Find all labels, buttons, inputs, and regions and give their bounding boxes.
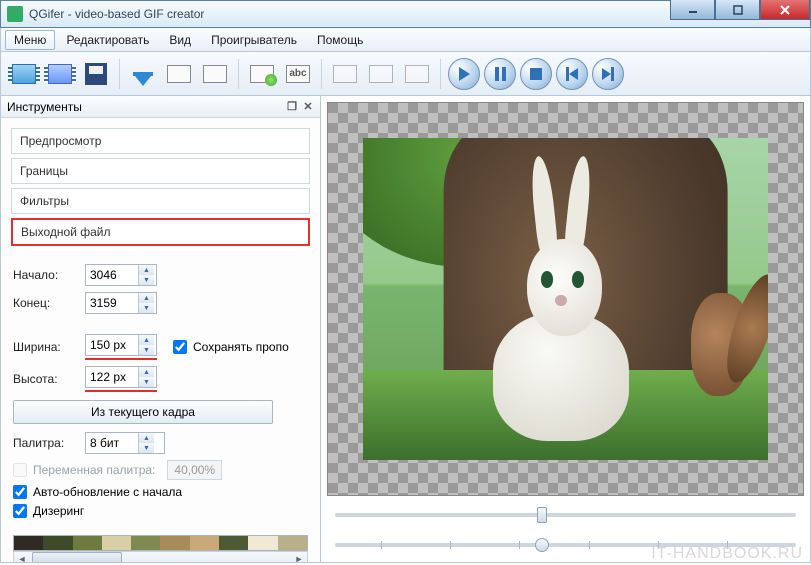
menu-edit[interactable]: Редактировать	[57, 30, 158, 50]
menu-view[interactable]: Вид	[160, 30, 200, 50]
palette-label: Палитра:	[13, 436, 75, 450]
abc-frame-button[interactable]: abc	[281, 57, 315, 91]
panel-title: Инструменты	[7, 100, 82, 114]
reel-button[interactable]	[43, 57, 77, 91]
scroll-right-icon[interactable]: ►	[291, 554, 307, 562]
dithering-checkbox[interactable]: Дизеринг	[13, 504, 308, 518]
window-title: QGifer - video-based GIF creator	[29, 7, 670, 21]
skip-back-icon	[556, 58, 588, 90]
panel-close-icon[interactable]: ✕	[302, 101, 314, 113]
position-slider[interactable]	[327, 504, 804, 526]
app-icon	[7, 6, 23, 22]
start-spinner[interactable]: ▲▼	[85, 264, 157, 286]
workarea: Инструменты ❐ ✕ Предпросмотр Границы Фил…	[0, 96, 811, 563]
window-controls	[670, 1, 810, 27]
import-frame-button[interactable]	[126, 57, 160, 91]
toolbar: abc	[0, 52, 811, 96]
save-button[interactable]	[79, 57, 113, 91]
skip-back-button[interactable]	[555, 57, 589, 91]
frame-prev-icon	[167, 65, 191, 83]
edit-button[interactable]	[328, 57, 362, 91]
preview-pane	[321, 96, 810, 562]
clip-icon	[405, 65, 429, 83]
from-current-frame-button[interactable]: Из текущего кадра	[13, 400, 273, 424]
width-input[interactable]	[86, 338, 138, 352]
abc-icon: abc	[286, 65, 310, 83]
start-input[interactable]	[86, 268, 138, 282]
pause-icon	[484, 58, 516, 90]
pause-button[interactable]	[483, 57, 517, 91]
film-icon	[12, 64, 36, 84]
palette-input[interactable]	[86, 436, 138, 450]
end-input[interactable]	[86, 296, 138, 310]
add-frame-button[interactable]	[245, 57, 279, 91]
maximize-button[interactable]	[715, 0, 760, 20]
section-output[interactable]: Выходной файл	[11, 218, 310, 246]
close-button[interactable]	[760, 0, 810, 20]
play-icon	[448, 58, 480, 90]
next-frame-button[interactable]	[198, 57, 232, 91]
crop-icon	[369, 65, 393, 83]
output-form: Начало: ▲▼ Конец: ▲▼ Ширина: ▲▼ Сохранят…	[1, 250, 320, 531]
palette-scrollbar[interactable]: ◄ ►	[13, 551, 308, 562]
save-icon	[85, 63, 107, 85]
panel-header: Инструменты ❐ ✕	[1, 96, 320, 118]
squirrel-character	[691, 293, 752, 396]
end-spinner[interactable]: ▲▼	[85, 292, 157, 314]
prev-frame-button[interactable]	[162, 57, 196, 91]
stop-button[interactable]	[519, 57, 553, 91]
scrollbar-thumb[interactable]	[32, 552, 122, 562]
menu-file[interactable]: Меню	[5, 30, 55, 50]
var-palette-checkbox: Переменная палитра: 40,00%	[13, 460, 308, 480]
menu-help[interactable]: Помощь	[308, 30, 372, 50]
var-palette-pct: 40,00%	[167, 460, 222, 480]
rabbit-character	[476, 209, 646, 441]
width-label: Ширина:	[13, 340, 75, 354]
video-frame	[363, 138, 768, 460]
reel-icon	[48, 64, 72, 84]
tools-panel: Инструменты ❐ ✕ Предпросмотр Границы Фил…	[1, 96, 321, 562]
height-input[interactable]	[86, 370, 138, 384]
width-spinner[interactable]: ▲▼	[85, 334, 157, 356]
start-label: Начало:	[13, 268, 75, 282]
undock-icon[interactable]: ❐	[286, 101, 298, 113]
minimize-button[interactable]	[670, 0, 715, 20]
scroll-left-icon[interactable]: ◄	[14, 554, 30, 562]
keep-ratio-checkbox[interactable]: Сохранять пропо	[173, 340, 289, 354]
skip-fwd-button[interactable]	[591, 57, 625, 91]
play-button[interactable]	[447, 57, 481, 91]
skip-fwd-icon	[592, 58, 624, 90]
palette-spinner[interactable]: ▲▼	[85, 432, 165, 454]
section-preview[interactable]: Предпросмотр	[11, 128, 310, 154]
zoom-slider[interactable]	[327, 534, 804, 556]
section-filters[interactable]: Фильтры	[11, 188, 310, 214]
end-label: Конец:	[13, 296, 75, 310]
titlebar: QGifer - video-based GIF creator	[0, 0, 811, 28]
menubar: Меню Редактировать Вид Проигрыватель Пом…	[0, 28, 811, 52]
open-video-button[interactable]	[7, 57, 41, 91]
edit-icon	[333, 65, 357, 83]
section-bounds[interactable]: Границы	[11, 158, 310, 184]
auto-update-checkbox[interactable]: Авто-обновление с начала	[13, 485, 308, 499]
preview-canvas[interactable]	[327, 102, 804, 496]
clip-button[interactable]	[400, 57, 434, 91]
height-spinner[interactable]: ▲▼	[85, 366, 157, 388]
download-icon	[133, 72, 153, 76]
menu-player[interactable]: Проигрыватель	[202, 30, 306, 50]
crop-button[interactable]	[364, 57, 398, 91]
up-arrow-icon[interactable]: ▲	[139, 265, 154, 275]
frame-next-icon	[203, 65, 227, 83]
add-frame-icon	[250, 65, 274, 83]
stop-icon	[520, 58, 552, 90]
palette-preview	[13, 535, 308, 551]
down-arrow-icon[interactable]: ▼	[139, 275, 154, 285]
height-label: Высота:	[13, 372, 75, 386]
